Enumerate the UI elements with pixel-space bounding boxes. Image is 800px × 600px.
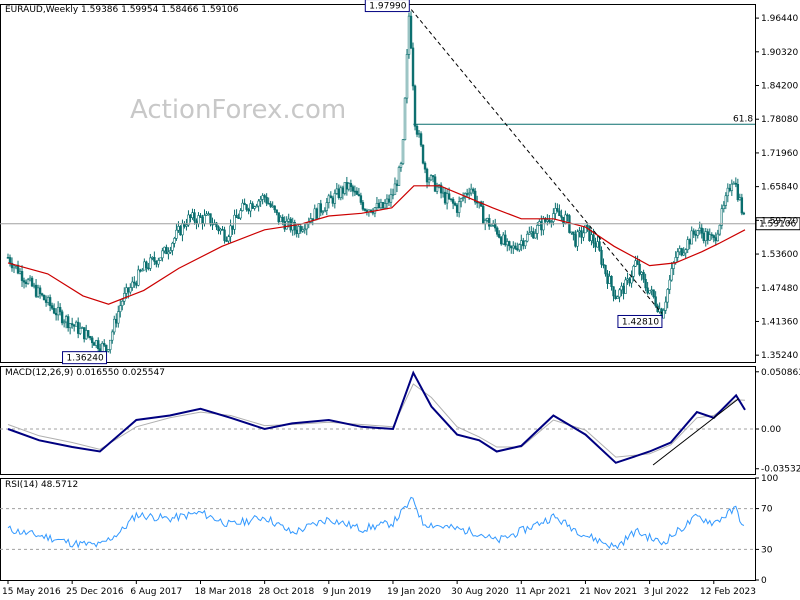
x-tick-label: 3 Jul 2022	[644, 587, 689, 597]
rsi-y-tick-label: 0	[761, 576, 767, 586]
main-y-tick-label: 1.41360	[761, 317, 798, 327]
rsi-panel-title: RSI(14) 48.5712	[5, 480, 78, 490]
candle	[407, 12, 411, 59]
candle	[409, 11, 413, 50]
candle	[317, 203, 320, 219]
main-y-tick-label: 1.35240	[761, 351, 798, 361]
main-y-tick-label: 1.47480	[761, 284, 798, 294]
x-tick-label: 6 Aug 2017	[130, 587, 182, 597]
main-y-tick-label: 1.78080	[761, 115, 798, 125]
candle	[159, 257, 162, 261]
euraud-weekly-chart: ActionForex.com 61.8 1.59106 1.979901.36…	[0, 0, 800, 600]
candle	[315, 207, 318, 221]
main-y-tick-label: 1.65840	[761, 183, 798, 193]
price-annotation: 1.36240	[62, 351, 108, 365]
candle	[60, 309, 64, 326]
x-tick-label: 28 Oct 2018	[259, 587, 315, 597]
main-y-tick-label: 1.53600	[761, 250, 798, 260]
macd-panel-title: MACD(12,26,9) 0.016550 0.025547	[5, 368, 165, 378]
candle	[419, 131, 423, 148]
main-y-tick-label: 1.71960	[761, 149, 798, 159]
fib-label: 61.8	[733, 114, 753, 124]
candle	[433, 174, 437, 193]
x-tick-label: 19 Jan 2020	[387, 587, 441, 597]
annotation-label: 1.42810	[622, 317, 659, 327]
candle	[421, 144, 425, 165]
candle	[401, 139, 405, 166]
candle	[343, 182, 347, 196]
macd-y-tick-label: 0.050863	[761, 368, 800, 378]
watermark-text: ActionForex.com	[130, 95, 346, 125]
annotation-label: 1.97990	[369, 2, 406, 12]
rsi-y-tick-label: 30	[761, 545, 773, 555]
rsi-y-tick-label: 100	[761, 474, 778, 484]
candle	[413, 84, 417, 131]
x-tick-label: 21 Nov 2021	[579, 587, 637, 597]
x-tick-label: 25 Dec 2016	[66, 587, 124, 597]
price-annotation: 1.97990	[364, 0, 410, 13]
price-annotation: 1.42810	[617, 314, 663, 328]
candle	[411, 42, 415, 91]
candle	[403, 97, 407, 141]
main-y-tick-label: 1.90320	[761, 48, 798, 58]
x-tick-label: 15 May 2016	[2, 587, 61, 597]
x-tick-label: 18 Mar 2018	[194, 587, 251, 597]
candle	[179, 225, 182, 236]
main-y-tick-label: 1.84200	[761, 82, 798, 92]
candle	[289, 217, 292, 233]
candle	[405, 48, 409, 104]
rsi-y-tick-label: 70	[761, 505, 773, 515]
main-y-tick-label: 1.59720	[761, 216, 798, 226]
main-y-tick-label: 1.96440	[761, 14, 798, 24]
x-tick-label: 9 Jun 2019	[323, 587, 372, 597]
main-panel-title: EURAUD,Weekly 1.59386 1.59954 1.58466 1.…	[5, 5, 239, 15]
x-tick-label: 11 Apr 2021	[515, 587, 571, 597]
x-tick-label: 30 Aug 2020	[451, 587, 509, 597]
candle	[381, 201, 385, 209]
candle	[584, 224, 587, 234]
candle	[42, 294, 46, 301]
candle	[680, 247, 683, 257]
candle	[718, 224, 721, 236]
candle	[397, 165, 401, 186]
macd-y-tick-label: 0.00	[761, 425, 781, 435]
x-tick-label: 12 Feb 2023	[700, 587, 756, 597]
annotation-label: 1.36240	[67, 354, 104, 364]
